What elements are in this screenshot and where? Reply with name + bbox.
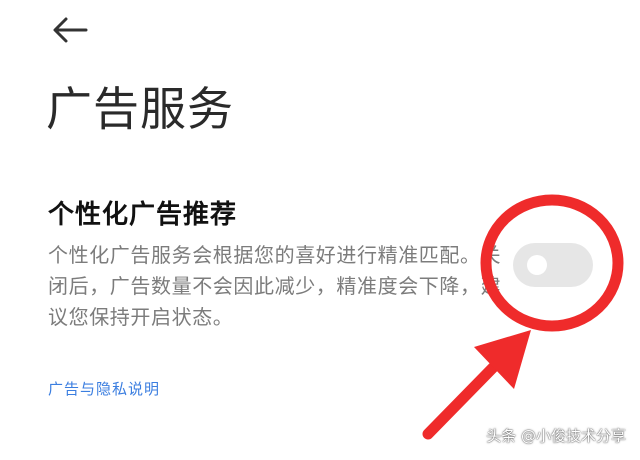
toggle-knob — [527, 255, 547, 275]
ad-privacy-link[interactable]: 广告与隐私说明 — [48, 378, 160, 399]
back-button[interactable] — [50, 12, 90, 48]
personalized-ads-toggle[interactable] — [513, 243, 593, 287]
setting-description: 个性化广告服务会根据您的喜好进行精准匹配。关闭后，广告数量不会因此减少，精准度会… — [48, 243, 502, 329]
annotation-arrow-shaft — [422, 334, 526, 440]
page-title: 广告服务 — [46, 82, 234, 136]
arrow-left-icon — [53, 17, 88, 43]
setting-title: 个性化广告推荐 — [48, 200, 238, 230]
watermark: 头条 @小俊技术分享 — [486, 427, 626, 445]
annotation-arrow-head — [474, 330, 531, 389]
